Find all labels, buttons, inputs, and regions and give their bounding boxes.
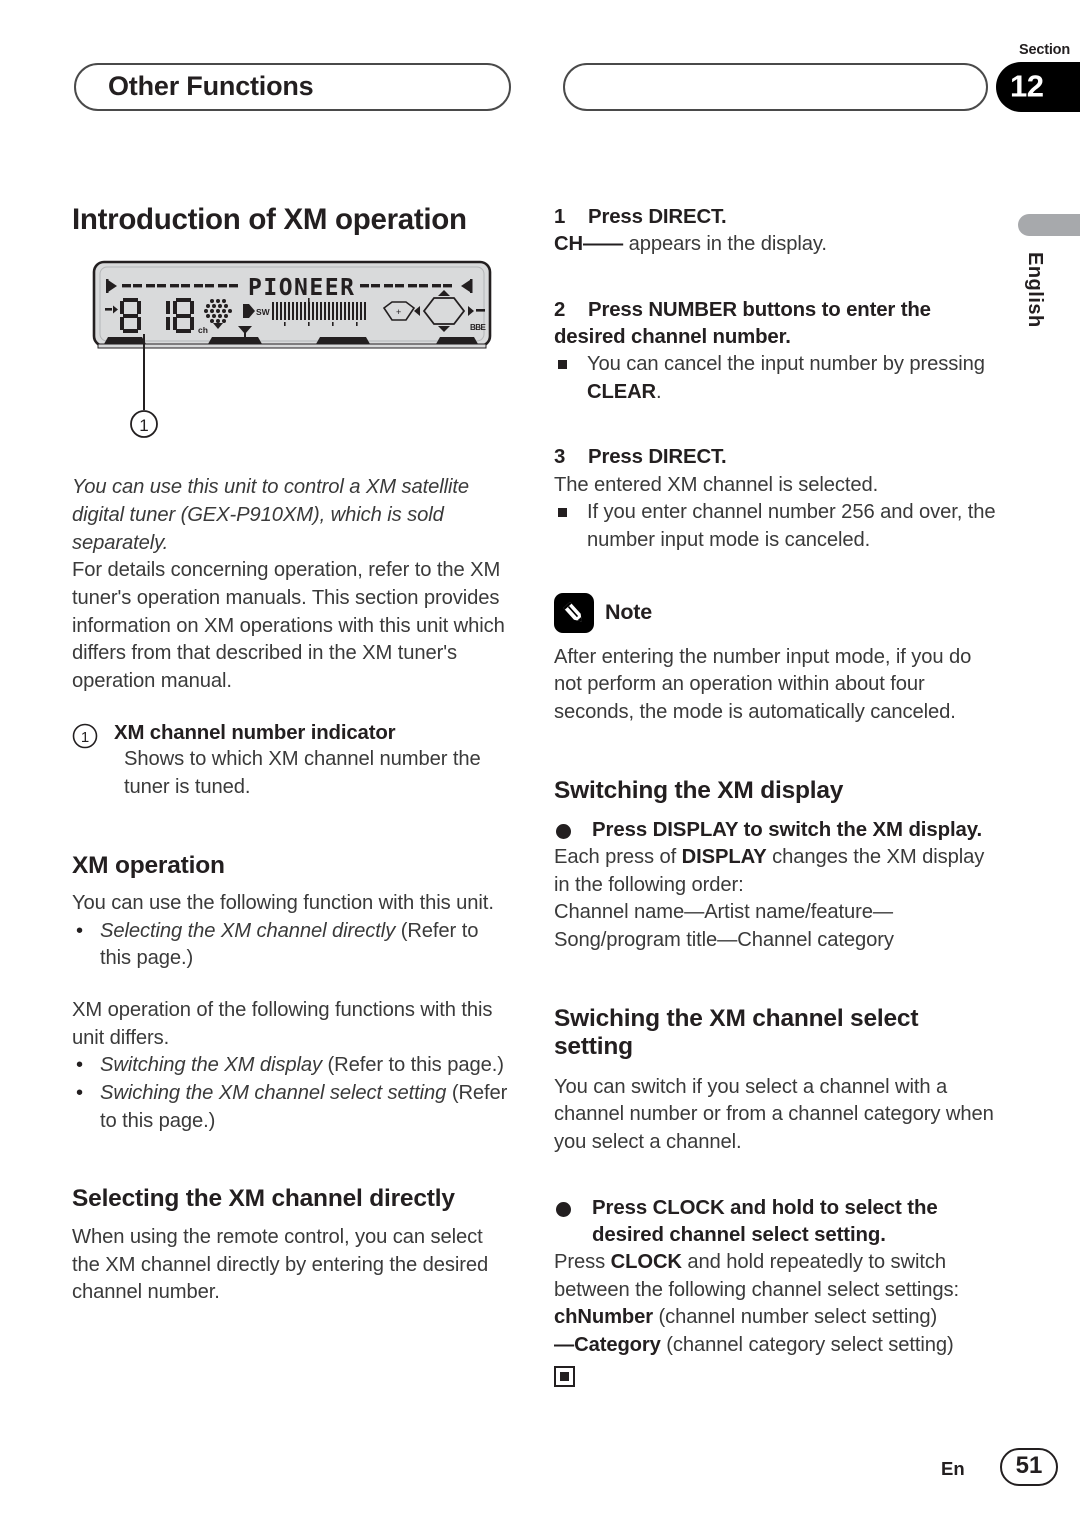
step-2-note-post: . [656, 380, 662, 403]
callout-item-body: Shows to which XM channel number the tun… [124, 748, 481, 798]
filled-circle-bullet-icon [556, 1201, 571, 1217]
device-display-figure: PIONEER ch SW + BBE 1 [72, 258, 512, 468]
bullet-dot-icon: • [76, 1054, 83, 1077]
intro-italic-paragraph: You can use this unit to control a XM sa… [72, 476, 470, 554]
callout-circle-1-icon: 1 [72, 723, 98, 749]
xm-operation-body-2: XM operation of the following functions … [72, 999, 493, 1049]
note-block-body: After entering the number input mode, if… [554, 645, 972, 723]
note-block-header: Note [554, 592, 997, 633]
step-1-number: 1 [554, 206, 566, 228]
page-footer: En 51 [0, 1448, 1080, 1508]
lcd-bbe-label: BBE [470, 323, 487, 332]
right-column: 1 Press DIRECT. CH—— appears in the displ… [554, 204, 997, 1387]
section-number: 12 [1010, 68, 1044, 104]
callout-item-title: XM channel number indicator [114, 721, 396, 744]
step-1-result: CH—— appears in the display. [554, 231, 997, 259]
svg-text:+: + [396, 307, 401, 317]
switching-channel-select-body: You can switch if you select a channel w… [554, 1075, 994, 1153]
xm-operation-body-1: You can use the following function with … [72, 892, 494, 915]
page-title: Introduction of XM operation [72, 203, 467, 236]
option-2-bold: —Category [554, 1333, 661, 1356]
list-item-label: Swiching the XM channel select setting [100, 1082, 447, 1105]
step-1-result-rest: appears in the display. [623, 233, 827, 256]
square-bullet-icon [558, 508, 567, 518]
footer-page-number-pill: 51 [1000, 1448, 1058, 1486]
action-press-clock: Press CLOCK and hold to select the desir… [554, 1195, 997, 1249]
page-header: Other Functions Section 12 [0, 0, 1080, 180]
step-3-note: If you enter channel number 256 and over… [554, 499, 997, 554]
step-2-number: 2 [554, 298, 566, 321]
bullet-dot-icon: • [76, 1082, 83, 1105]
step-3-title: Press DIRECT. [588, 446, 727, 469]
heading-selecting-directly: Selecting the XM channel directly [72, 1185, 455, 1213]
lcd-brand-text: PIONEER [248, 275, 355, 301]
footer-page-number: 51 [1015, 1452, 1043, 1480]
device-callout-number: 1 [139, 416, 148, 435]
channel-select-option-2: —Category (channel category select setti… [554, 1332, 997, 1360]
list-item-switching-display: • Switching the XM display (Refer to thi… [72, 1052, 512, 1080]
action-press-display: Press DISPLAY to switch the XM display. [554, 817, 997, 844]
side-tab-language: English [1024, 252, 1046, 328]
step-2-note-pre: You can cancel the input number by press… [587, 353, 985, 376]
channel-select-option-1: chNumber (channel number select setting) [554, 1304, 997, 1332]
note-label: Note [605, 600, 652, 625]
car-stereo-lcd-illustration: PIONEER ch SW + BBE 1 [92, 261, 492, 439]
switching-display-order: Channel name—Artist name/feature—Song/pr… [554, 901, 894, 952]
list-item-switching-channel-select: • Swiching the XM channel select setting… [72, 1080, 512, 1135]
heading-xm-operation: XM operation [72, 851, 225, 879]
chapter-title-pill: Other Functions [74, 63, 511, 111]
callout-item-1: 1 XM channel number indicator Shows to w… [72, 720, 512, 802]
step-2-note-bold: CLEAR [587, 380, 657, 403]
switching-channel-select-detail: Press CLOCK and hold repeatedly to switc… [554, 1249, 997, 1304]
step-3-title-row: 3 Press DIRECT. [554, 444, 997, 471]
step-3-note-text: If you enter channel number 256 and over… [587, 501, 996, 551]
step-2-title: Press NUMBER buttons to enter the desire… [554, 298, 931, 348]
heading-switching-channel-select: Swiching the XM channel select setting [554, 1004, 919, 1061]
step-3-result: The entered XM channel is selected. [554, 473, 879, 496]
square-bullet-icon [558, 360, 567, 370]
pencil-icon [554, 592, 594, 633]
list-item-label: Switching the XM display [100, 1054, 323, 1077]
footer-language-code: En [941, 1458, 965, 1479]
section-number-badge: 12 [996, 62, 1080, 112]
lcd-sw-label: SW [256, 307, 271, 317]
filled-circle-bullet-icon [556, 823, 571, 839]
step-2-note: You can cancel the input number by press… [554, 351, 997, 406]
header-right-pill [563, 63, 988, 111]
step-1-title: Press DIRECT. [588, 206, 727, 228]
side-tab-bar [1018, 214, 1080, 236]
switching-display-body-bold: DISPLAY [681, 846, 767, 869]
intro-body-paragraph: For details concerning operation, refer … [72, 559, 505, 693]
bullet-dot-icon: • [76, 919, 83, 942]
end-of-section-marker [554, 1365, 575, 1387]
heading-switching-display: Switching the XM display [554, 776, 844, 804]
action-press-display-label: Press DISPLAY to switch the XM display. [592, 818, 983, 841]
svg-text:1: 1 [81, 729, 89, 746]
switching-display-body: Each press of DISPLAY changes the XM dis… [554, 844, 997, 899]
switching-display-body-pre: Each press of [554, 846, 682, 869]
detail-bold: CLOCK [610, 1250, 682, 1273]
detail-pre: Press [554, 1250, 611, 1273]
step-1-result-bold: CH—— [554, 233, 624, 256]
step-1-title-row: 1 Press DIRECT. [554, 204, 997, 231]
option-1-bold: chNumber [554, 1306, 654, 1329]
option-1-rest: (channel number select setting) [653, 1306, 938, 1329]
selecting-directly-body: When using the remote control, you can s… [72, 1225, 489, 1304]
left-column: Introduction of XM operation PIONEER ch … [72, 203, 512, 1307]
action-press-clock-label: Press CLOCK and hold to select the desir… [592, 1196, 938, 1246]
list-item-selecting-directly: • Selecting the XM channel directly (Ref… [72, 918, 512, 973]
list-item-label: Selecting the XM channel directly [100, 919, 396, 942]
chapter-title: Other Functions [108, 70, 314, 101]
step-3-number: 3 [554, 446, 566, 469]
step-2-title-row: 2 Press NUMBER buttons to enter the desir… [554, 297, 997, 351]
option-2-rest: (channel category select setting) [660, 1333, 954, 1356]
list-item-suffix: (Refer to this page.) [322, 1054, 504, 1077]
section-label: Section [1019, 42, 1070, 58]
lcd-channel-unit: ch [198, 325, 208, 335]
